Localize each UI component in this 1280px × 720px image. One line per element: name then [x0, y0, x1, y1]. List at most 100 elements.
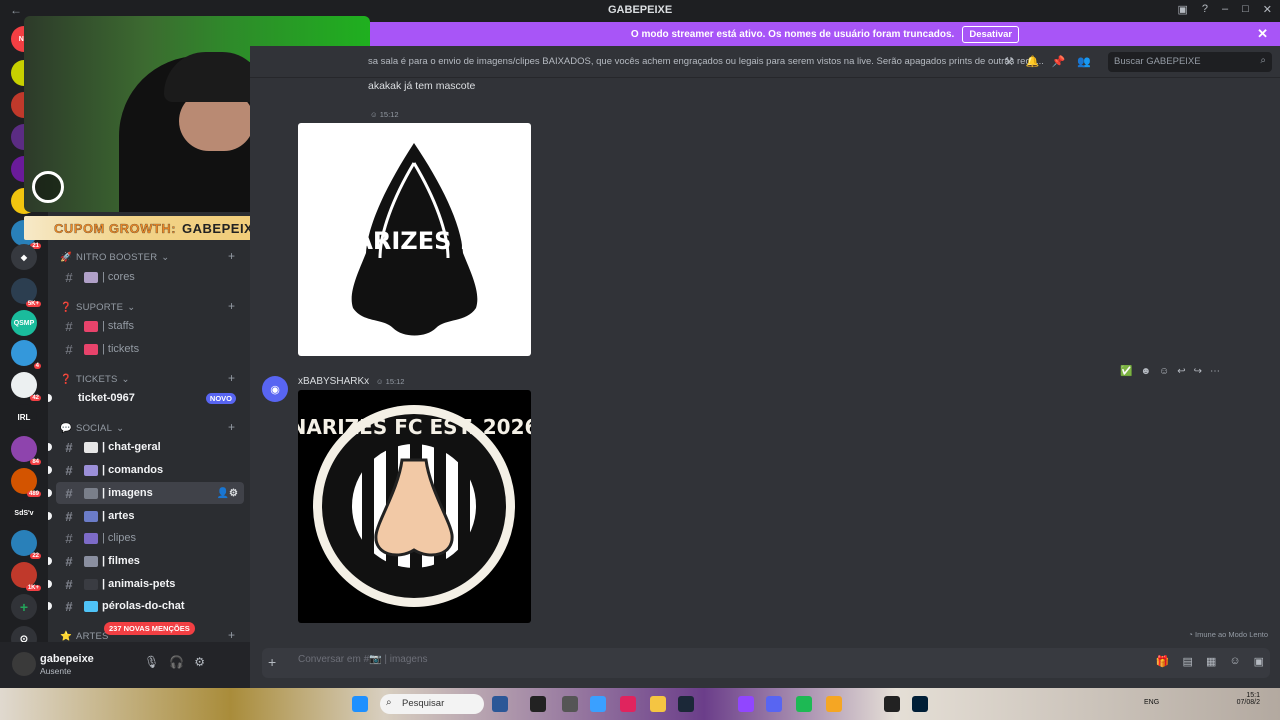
close-icon[interactable]: ✕: [1257, 26, 1268, 42]
server-icon[interactable]: ◆: [11, 244, 37, 270]
channel-artes[interactable]: # | artes: [48, 505, 244, 527]
avatar[interactable]: ◉: [262, 376, 288, 402]
category-social[interactable]: 💬 SOCIAL ⌄ +: [60, 420, 235, 434]
gem-emoji-icon: [84, 600, 98, 612]
category-tickets[interactable]: ❓ TICKETS ⌄ +: [60, 371, 235, 385]
members-icon[interactable]: 👥: [1077, 55, 1091, 68]
channel-animais-pets[interactable]: # | animais-pets: [48, 573, 244, 595]
gif-icon[interactable]: ▤: [1183, 655, 1193, 668]
app-icon[interactable]: [620, 696, 636, 712]
server-icon[interactable]: SdS'v: [11, 500, 37, 526]
add-reaction-icon[interactable]: ☺: [1159, 366, 1169, 377]
disable-streamer-button[interactable]: Desativar: [962, 25, 1020, 43]
app-icon[interactable]: [530, 696, 546, 712]
help-icon[interactable]: ?: [1202, 3, 1208, 16]
windows-start-icon[interactable]: [352, 696, 368, 712]
channel-clipes[interactable]: # | clipes: [56, 527, 244, 549]
message-image[interactable]: NARIZES FC: [298, 123, 531, 356]
arrow-left-icon[interactable]: ←: [10, 3, 22, 17]
add-channel-icon[interactable]: +: [228, 628, 235, 642]
add-channel-icon[interactable]: +: [228, 420, 235, 434]
spotify-icon[interactable]: [796, 696, 812, 712]
channel-comandos[interactable]: # | comandos: [48, 459, 244, 481]
channel-chat-geral[interactable]: # | chat-geral: [48, 436, 244, 458]
forward-icon[interactable]: ↪: [1194, 366, 1202, 377]
add-channel-icon[interactable]: +: [228, 249, 235, 263]
channel-imagens[interactable]: # | imagens 👤⚙: [48, 482, 244, 504]
notification-badge: 489: [26, 491, 41, 497]
category-label: TICKETS: [76, 374, 118, 385]
server-icon[interactable]: QSMP: [11, 310, 37, 336]
channel-staffs[interactable]: # | staffs: [56, 315, 244, 337]
server-icon[interactable]: 5K+: [11, 278, 41, 307]
threads-icon[interactable]: ⚒: [1004, 55, 1014, 68]
channel-filmes[interactable]: # | filmes: [48, 550, 244, 572]
search-icon: ⌕: [386, 697, 392, 708]
app-icon[interactable]: [738, 696, 754, 712]
hash-icon: #: [65, 269, 73, 285]
hash-icon: #: [65, 439, 73, 455]
steam-icon[interactable]: [678, 696, 694, 712]
more-icon[interactable]: ⋯: [1210, 366, 1220, 377]
server-icon[interactable]: 22: [11, 530, 41, 559]
search-icon: ⌕: [1260, 55, 1266, 66]
pin-icon[interactable]: 📌: [1052, 55, 1066, 68]
folder-icon[interactable]: [650, 696, 666, 712]
sticker-icon[interactable]: ▦: [1206, 655, 1216, 668]
add-server-icon[interactable]: +: [11, 594, 37, 620]
app-icon[interactable]: [590, 696, 606, 712]
channel-perolas-do-chat[interactable]: # pérolas-do-chat: [48, 595, 244, 617]
add-channel-icon[interactable]: +: [228, 299, 235, 313]
language-indicator[interactable]: ENG: [1144, 699, 1159, 706]
taskbar-clock[interactable]: 15:1 07/08/2: [1237, 692, 1260, 706]
apps-icon[interactable]: ▣: [1254, 655, 1264, 668]
header-icons: ⚒ 🔔 📌 👥: [1004, 55, 1091, 68]
close-window-icon[interactable]: ✕: [1263, 3, 1272, 16]
server-icon[interactable]: 489: [11, 468, 41, 497]
channel-topic[interactable]: sa sala é para o envio de imagens/clipes…: [368, 56, 1044, 67]
channel-cores[interactable]: # | cores: [56, 266, 244, 288]
check-reaction-icon[interactable]: ✅: [1120, 366, 1132, 377]
author-name[interactable]: xBABYSHARKx: [298, 376, 369, 387]
inbox-icon[interactable]: ▣: [1177, 3, 1187, 16]
channel-settings-icons[interactable]: 👤⚙: [217, 488, 238, 499]
avatar[interactable]: [12, 652, 36, 676]
category-suporte[interactable]: ❓ SUPORTE ⌄ +: [60, 299, 235, 313]
reply-icon[interactable]: ↩: [1177, 366, 1185, 377]
taskbar-search[interactable]: ⌕ Pesquisar: [380, 694, 484, 714]
server-icon[interactable]: 1K+: [11, 562, 41, 591]
add-channel-icon[interactable]: +: [228, 371, 235, 385]
server-icon[interactable]: IRL: [11, 404, 37, 430]
search-input[interactable]: Buscar GABEPEIXE ⌕: [1108, 52, 1272, 72]
channel-ticket-0967[interactable]: ticket-0967 NOVO: [48, 387, 244, 409]
category-artes[interactable]: ⭐ ARTES +: [60, 628, 235, 642]
photoshop-icon[interactable]: [912, 696, 928, 712]
reaction-icon[interactable]: ☻: [1140, 366, 1151, 377]
new-mentions-pill[interactable]: 237 NOVAS MENÇÕES: [104, 622, 195, 635]
chat-area: sa sala é para o envio de imagens/clipes…: [250, 46, 1280, 688]
streamer-banner-text: O modo streamer está ativo. Os nomes de …: [630, 28, 955, 40]
message-text: akakak já tem mascote: [368, 80, 476, 92]
app-icon[interactable]: [562, 696, 578, 712]
gift-icon[interactable]: 🎁: [1156, 655, 1170, 668]
emoji-icon[interactable]: ☺: [1229, 655, 1240, 668]
gear-icon[interactable]: ⚙: [194, 655, 205, 669]
microphone-icon[interactable]: 🎙: [144, 655, 159, 669]
message-image[interactable]: NARIZES FC EST. 2026: [298, 390, 531, 623]
server-icon[interactable]: 42: [11, 372, 41, 401]
obs-icon[interactable]: [884, 696, 900, 712]
bell-icon[interactable]: 🔔: [1026, 55, 1040, 68]
channel-label: | tickets: [102, 343, 140, 355]
discord-icon[interactable]: [766, 696, 782, 712]
minimize-icon[interactable]: –: [1222, 3, 1228, 16]
app-icon[interactable]: [826, 696, 842, 712]
maximize-icon[interactable]: □: [1242, 3, 1249, 16]
headphones-icon[interactable]: 🎧: [169, 655, 184, 669]
message-input[interactable]: [298, 654, 998, 665]
server-icon[interactable]: 4: [11, 340, 41, 369]
add-attachment-icon[interactable]: +: [268, 654, 276, 670]
server-icon[interactable]: 84: [11, 436, 41, 465]
category-nitro-booster[interactable]: 🚀 NITRO BOOSTER ⌄ +: [60, 249, 235, 263]
channel-tickets[interactable]: # | tickets: [56, 338, 244, 360]
app-icon[interactable]: [492, 696, 508, 712]
